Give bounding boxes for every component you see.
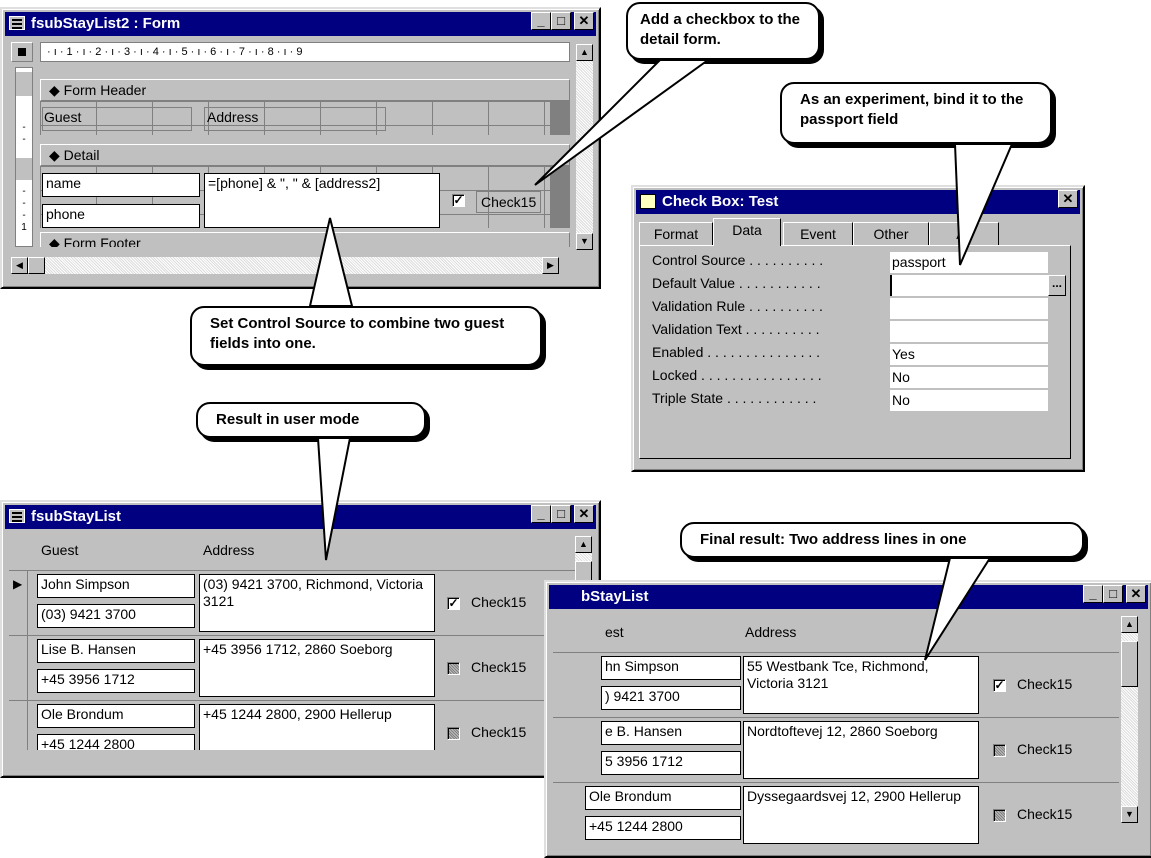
callout-pointer: [924, 557, 992, 661]
